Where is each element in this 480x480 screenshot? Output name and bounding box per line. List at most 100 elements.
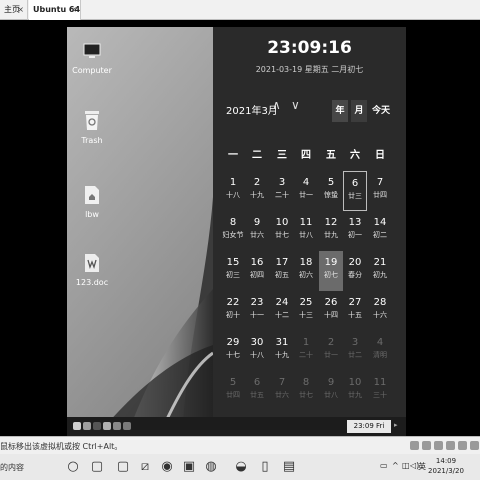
device-icon[interactable] (446, 441, 455, 450)
settings-icon[interactable] (113, 422, 121, 430)
tray-arrow-icon[interactable]: ^ (392, 461, 399, 470)
day-number: 5 (327, 177, 335, 188)
ime-indicator[interactable]: 英 (418, 461, 426, 472)
calendar-day[interactable]: 10 廿九 (343, 371, 367, 411)
calendar-day[interactable]: 10 廿七 (270, 211, 294, 251)
vm-guest-screen[interactable]: Computer Trash lbw 123.doc 23:09:16 2021… (67, 27, 406, 436)
calendar-day[interactable]: 12 廿九 (319, 211, 343, 251)
search-box[interactable]: 的内容 (0, 462, 24, 473)
host-date: 2021/3/20 (428, 467, 464, 475)
calendar-day[interactable]: 1 二十 (294, 331, 318, 371)
show-desktop-icon[interactable] (73, 422, 81, 430)
device-icon[interactable] (458, 441, 467, 450)
next-month-icon[interactable]: ∨ (291, 98, 300, 112)
app-icon[interactable]: ◍ (202, 458, 220, 476)
calendar-day[interactable]: 14 初二 (368, 211, 392, 251)
calendar-day[interactable]: 6 廿五 (245, 371, 269, 411)
calendar-day[interactable]: 29 十七 (221, 331, 245, 371)
lunar-date: 廿四 (373, 191, 387, 199)
vmware-icon[interactable]: ▯ (256, 458, 274, 476)
calendar-day[interactable]: 9 廿八 (319, 371, 343, 411)
notification-icon[interactable]: ▭ (380, 461, 388, 470)
calendar-day[interactable]: 8 妇女节 (221, 211, 245, 251)
task-view-icon[interactable]: ▢ (88, 458, 106, 476)
device-icon[interactable] (470, 441, 479, 450)
desktop-icon-home-folder[interactable]: lbw (67, 185, 117, 219)
calendar-day[interactable]: 15 初三 (221, 251, 245, 291)
calendar-day[interactable]: 11 三十 (368, 371, 392, 411)
app-icon[interactable]: ▢ (114, 458, 132, 476)
day-number: 15 (226, 257, 240, 268)
calendar-day[interactable]: 30 十八 (245, 331, 269, 371)
desktop-icon-label: lbw (85, 210, 99, 219)
terminal-icon[interactable] (93, 422, 101, 430)
calendar-day[interactable]: 16 初四 (245, 251, 269, 291)
calendar-day[interactable]: 1 十八 (221, 171, 245, 211)
month-view-button[interactable]: 月 (351, 100, 367, 122)
lunar-date: 惊蛰 (324, 191, 338, 199)
calendar-day[interactable]: 8 廿七 (294, 371, 318, 411)
calendar-day[interactable]: 26 十四 (319, 291, 343, 331)
folder-icon[interactable]: ▣ (180, 458, 198, 476)
lunar-date: 初一 (348, 231, 362, 239)
calendar-day[interactable]: 3 廿二 (343, 331, 367, 371)
day-number: 11 (299, 217, 313, 228)
calendar-day[interactable]: 25 十三 (294, 291, 318, 331)
device-icon[interactable] (422, 441, 431, 450)
guest-clock[interactable]: 23:09 Fri (347, 420, 391, 433)
day-number: 3 (278, 177, 286, 188)
year-view-button[interactable]: 年 (332, 100, 348, 122)
start-circle-icon[interactable]: ○ (64, 458, 82, 476)
calendar-day[interactable]: 23 十一 (245, 291, 269, 331)
calendar-day[interactable]: 22 初十 (221, 291, 245, 331)
device-icon[interactable] (410, 441, 419, 450)
calendar-day[interactable]: 5 惊蛰 (319, 171, 343, 211)
browser-icon[interactable] (103, 422, 111, 430)
calendar-day[interactable]: 19 初七 (319, 251, 343, 291)
calendar-day[interactable]: 6 廿三 (343, 171, 367, 211)
calendar-day[interactable]: 2 廿一 (319, 331, 343, 371)
calendar-day[interactable]: 11 廿八 (294, 211, 318, 251)
media-icon[interactable]: ◉ (158, 458, 176, 476)
network-icon[interactable]: ◫ (402, 461, 410, 470)
app-icon[interactable] (123, 422, 131, 430)
tab-home-close-icon[interactable]: × (17, 0, 24, 20)
weekday-header: 五 (326, 150, 336, 161)
calendar-day[interactable]: 17 初五 (270, 251, 294, 291)
calendar-day[interactable]: 4 清明 (368, 331, 392, 371)
calendar-day[interactable]: 20 春分 (343, 251, 367, 291)
calendar-day[interactable]: 21 初九 (368, 251, 392, 291)
calendar-day[interactable]: 13 初一 (343, 211, 367, 251)
calendar-day[interactable]: 5 廿四 (221, 371, 245, 411)
prev-month-icon[interactable]: ∧ (272, 98, 281, 112)
calendar-day[interactable]: 2 十九 (245, 171, 269, 211)
desktop-icon-document[interactable]: 123.doc (67, 253, 117, 287)
desktop-icon-computer[interactable]: Computer (67, 41, 117, 75)
calendar-day[interactable]: 4 廿一 (294, 171, 318, 211)
browser-icon[interactable]: ◒ (232, 458, 250, 476)
calendar-day[interactable]: 24 十二 (270, 291, 294, 331)
calendar-day[interactable]: 27 十五 (343, 291, 367, 331)
today-button[interactable]: 今天 (370, 100, 392, 122)
device-icon[interactable] (434, 441, 443, 450)
host-taskbar: 的内容 ○ ▢ ▢ ⧄ ◉ ▣ ◍ ◒ ▯ ▤ ▭ ^ ◫ ◁) 英 14:09 2021/3/2… (0, 454, 480, 480)
calendar-day[interactable]: 18 初六 (294, 251, 318, 291)
calendar-day[interactable]: 28 十六 (368, 291, 392, 331)
tab-ubuntu-vm[interactable]: Ubuntu 64 位 × (29, 0, 81, 20)
calendar-date-line: 2021-03-19 星期五 二月初七 (255, 65, 364, 74)
calendar-day[interactable]: 7 廿四 (368, 171, 392, 211)
calendar-day[interactable]: 3 二十 (270, 171, 294, 211)
desktop-icon-trash[interactable]: Trash (67, 109, 117, 145)
calendar-day[interactable]: 31 十九 (270, 331, 294, 371)
day-number: 7 (278, 377, 286, 388)
file-manager-icon[interactable] (83, 422, 91, 430)
pen-icon[interactable]: ⧄ (136, 458, 154, 476)
tab-vm-close-icon[interactable]: × (70, 0, 77, 20)
tab-home[interactable]: 主页 × (0, 0, 28, 20)
calendar-day[interactable]: 7 廿六 (270, 371, 294, 411)
calendar-day[interactable]: 9 廿六 (245, 211, 269, 251)
day-number: 1 (229, 177, 237, 188)
document-icon[interactable]: ▤ (280, 458, 298, 476)
host-clock[interactable]: 14:09 2021/3/20 (428, 456, 464, 476)
tray-expand-icon[interactable]: ▸ (394, 421, 398, 429)
